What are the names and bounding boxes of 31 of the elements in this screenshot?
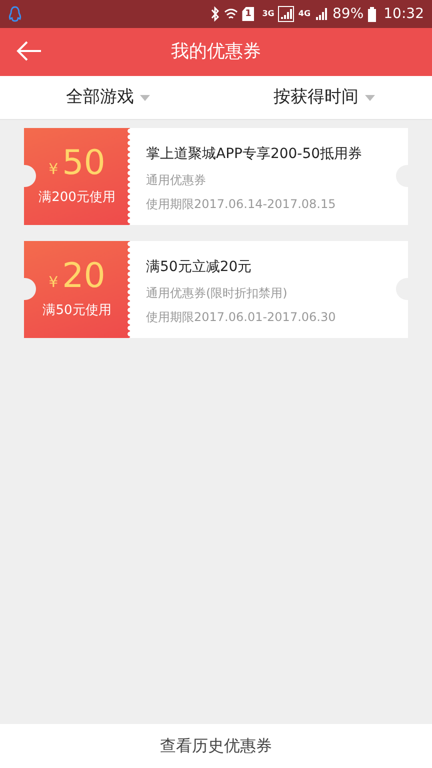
battery-icon xyxy=(368,6,376,22)
coupon-amount: 50 xyxy=(62,146,106,180)
coupon-amount: 20 xyxy=(62,258,106,292)
coupon-validity: 使用期限2017.06.01-2017.06.30 xyxy=(146,309,337,326)
penguin-icon xyxy=(8,6,22,22)
caret-icon xyxy=(140,94,150,100)
coupon-condition: 满50元使用 xyxy=(42,302,112,320)
currency-symbol: ¥ xyxy=(48,158,58,180)
page-title: 我的优惠券 xyxy=(171,41,261,63)
coupon-validity: 使用期限2017.06.14-2017.08.15 xyxy=(146,196,337,213)
caret-icon xyxy=(364,94,374,100)
coupon-type: 通用优惠券 xyxy=(146,172,207,189)
network-type: 3G xyxy=(262,8,274,20)
coupon-condition: 满200元使用 xyxy=(38,189,116,207)
coupon-type: 通用优惠券(限时折扣禁用) xyxy=(146,285,288,302)
filter-dropdown[interactable]: 按获得时间 xyxy=(274,84,374,110)
wifi-icon xyxy=(224,7,238,21)
battery-percent: 89% xyxy=(332,4,364,24)
coupon-title: 掌上道聚城APP专享200-50抵用券 xyxy=(146,145,364,164)
bluetooth-icon xyxy=(210,6,220,22)
coupon-title: 满50元立减20元 xyxy=(146,258,253,277)
clock: 10:32 xyxy=(384,4,424,24)
currency-symbol: ¥ xyxy=(48,272,58,292)
back-arrow-icon xyxy=(16,40,42,62)
signal-icon xyxy=(278,6,294,22)
network-type: 4G xyxy=(298,8,311,20)
sim-icon: 1 xyxy=(242,7,254,21)
history-coupons-button[interactable]: 查看历史优惠券 xyxy=(0,724,432,768)
filter-dropdown[interactable]: 全部游戏 xyxy=(66,84,150,110)
back-button[interactable] xyxy=(16,40,42,62)
signal-icon xyxy=(314,7,329,21)
